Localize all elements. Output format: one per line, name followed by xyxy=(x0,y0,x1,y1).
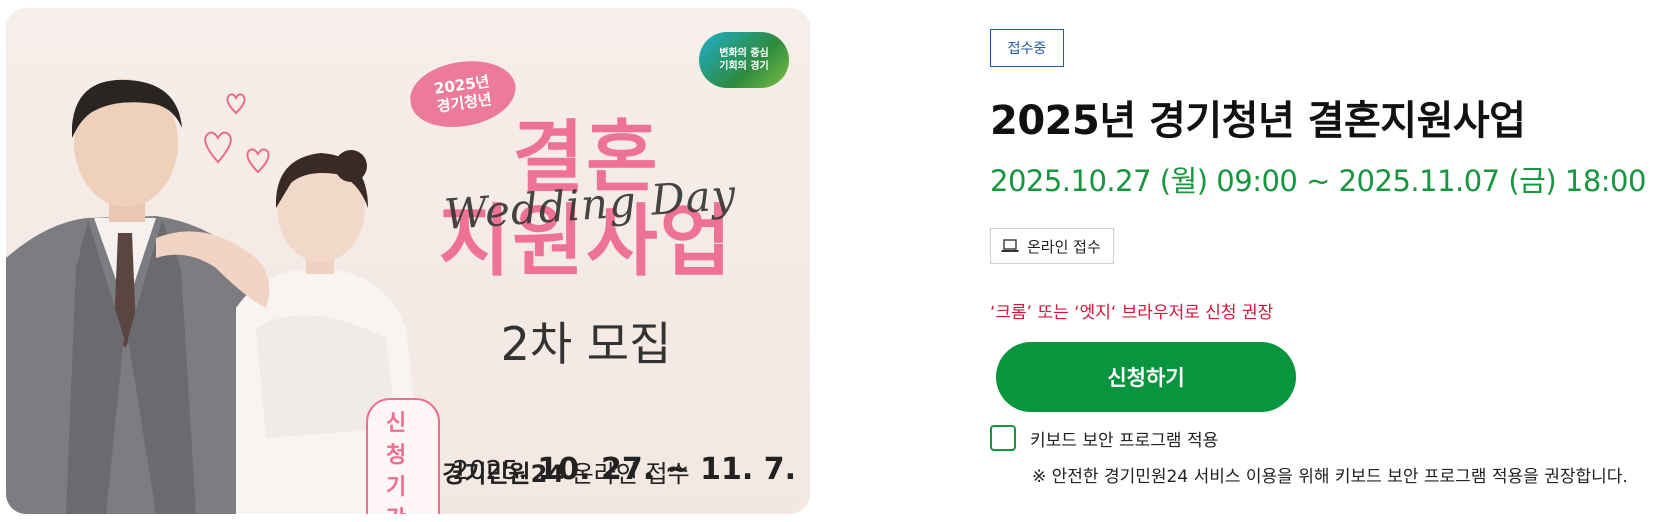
application-period: 2025.10.27 (월) 09:00 ~ 2025.11.07 (금) 18… xyxy=(990,164,1646,198)
page-title: 2025년 경기청년 결혼지원사업 xyxy=(990,98,1526,144)
browser-recommendation: ‘크롬’ 또는 ‘엣지‘ 브라우저로 신청 권장 xyxy=(990,303,1274,323)
poster-round: 2차 모집 xyxy=(500,317,672,371)
keyboard-security-label[interactable]: 키보드 보안 프로그램 적용 xyxy=(1030,426,1218,451)
keyboard-security-option[interactable]: 키보드 보안 프로그램 적용 xyxy=(990,425,1218,451)
gyeonggi-logo: 변화의 중심 기회의 경기 xyxy=(699,32,789,88)
keyboard-security-checkbox[interactable] xyxy=(990,425,1016,451)
logo-line-1: 변화의 중심 xyxy=(719,48,769,59)
keyboard-security-note: ※ 안전한 경기민원24 서비스 이용을 위해 키보드 보안 프로그램 적용을 … xyxy=(1032,467,1628,487)
apply-button[interactable]: 신청하기 xyxy=(996,342,1296,412)
event-poster: 변화의 중심 기회의 경기 2025년 경기청년 결혼 지원사업 Wedding… xyxy=(6,8,810,514)
application-method: 온라인 접수 xyxy=(990,228,1114,264)
online-site: 경기민원24 xyxy=(442,460,565,488)
online-rest: 온라인 접수 xyxy=(571,460,690,488)
laptop-icon xyxy=(1001,239,1019,252)
poster-online: 경기민원24 온라인 접수 xyxy=(366,454,766,489)
application-method-label: 온라인 접수 xyxy=(1027,237,1101,256)
logo-line-2: 기회의 경기 xyxy=(719,61,769,72)
status-badge: 접수중 xyxy=(990,29,1064,67)
